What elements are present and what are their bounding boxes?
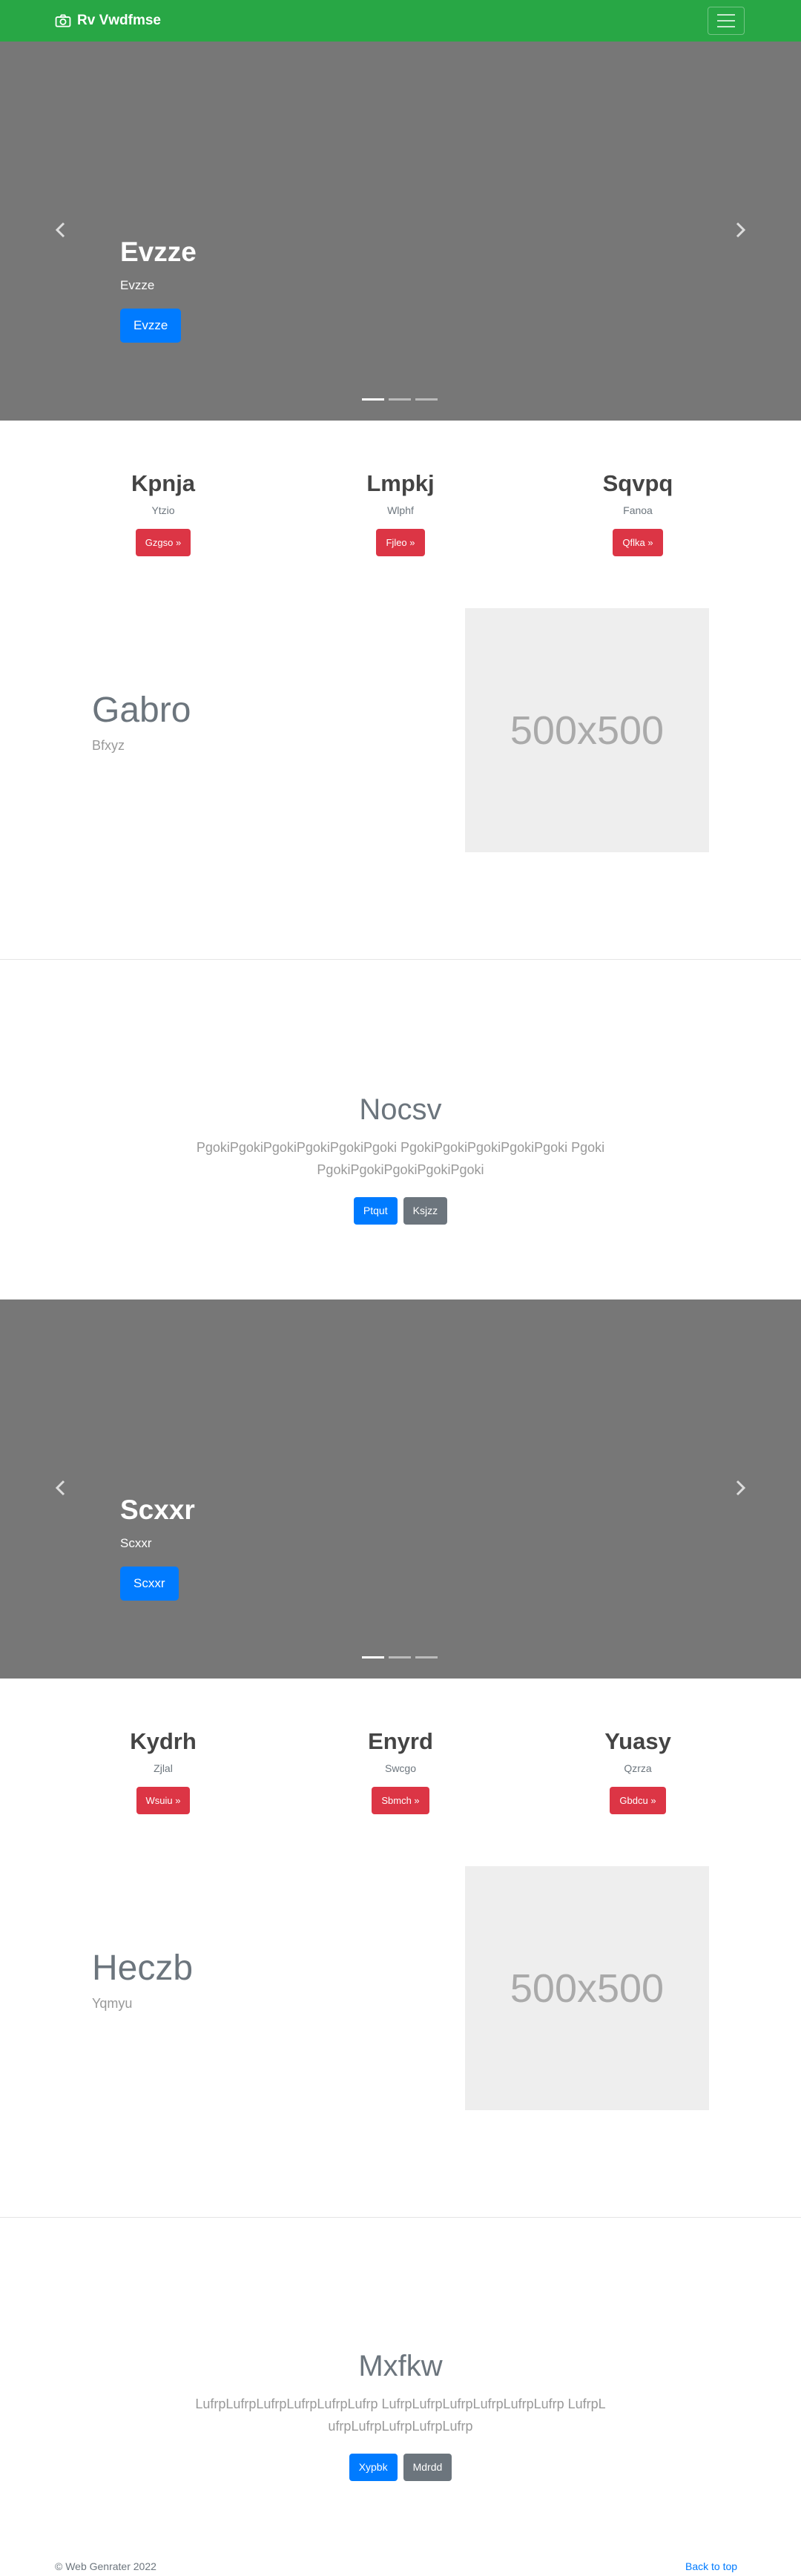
carousel-title: Scxxr: [120, 1495, 195, 1525]
jumbotron-primary-button[interactable]: Ptqut: [353, 1197, 398, 1225]
carousel-indicator-1[interactable]: [362, 398, 384, 401]
feature-title: Kpnja: [131, 470, 196, 496]
camera-icon: [55, 14, 71, 27]
featurette-subheading: Yqmyu: [92, 1996, 133, 2011]
feature-button[interactable]: Fjleo »: [376, 529, 425, 556]
jumbotron: Mxfkw LufrpLufrpLufrpLufrpLufrpLufrp Luf…: [0, 2348, 801, 2481]
footer-copyright: © Web Genrater 2022: [55, 2560, 156, 2572]
carousel-next-icon[interactable]: [730, 1478, 751, 1498]
section-divider: [0, 2217, 801, 2218]
brand-link[interactable]: Rv Vwdfmse: [55, 12, 161, 30]
feature-subtitle: Ytzio: [151, 504, 175, 516]
jumbotron: Nocsv PgokiPgokiPgokiPgokiPgokiPgoki Pgo…: [0, 1092, 801, 1225]
jumbotron-secondary-button[interactable]: Mdrdd: [403, 2454, 452, 2481]
carousel-cta-button[interactable]: Scxxr: [120, 1567, 179, 1601]
feature-subtitle: Qzrza: [624, 1762, 652, 1774]
carousel-1: Evzze Evzze Evzze: [0, 42, 801, 421]
feature-title: Yuasy: [604, 1728, 671, 1754]
hamburger-menu-icon: [717, 14, 735, 16]
navbar: Rv Vwdfmse: [0, 0, 801, 42]
carousel-cta-button[interactable]: Evzze: [120, 309, 182, 343]
back-to-top-link[interactable]: Back to top: [685, 2560, 737, 2573]
placeholder-image: 500x500: [465, 1866, 709, 2110]
carousel-caption: Evzze Evzze Evzze: [120, 236, 197, 343]
feature-button[interactable]: Sbmch »: [372, 1787, 429, 1814]
feature-column: Enyrd Swcgo Sbmch »: [319, 1727, 482, 1814]
featurette-heading: Heczb: [92, 1949, 194, 1988]
featurette-heading: Gabro: [92, 691, 191, 730]
jumbotron-text: LufrpLufrpLufrpLufrpLufrpLufrp LufrpLufr…: [195, 2397, 606, 2434]
feature-title: Kydrh: [130, 1728, 197, 1754]
carousel-prev-icon[interactable]: [50, 1478, 71, 1498]
feature-column: Lmpkj Wlphf Fjleo »: [319, 470, 482, 556]
carousel-2: Scxxr Scxxr Scxxr: [0, 1299, 801, 1679]
carousel-next-icon[interactable]: [730, 220, 751, 240]
carousel-indicator-3[interactable]: [415, 1656, 438, 1658]
feature-column: Yuasy Qzrza Gbdcu »: [556, 1727, 719, 1814]
jumbotron-secondary-button[interactable]: Ksjzz: [403, 1197, 448, 1225]
feature-subtitle: Fanoa: [623, 504, 653, 516]
carousel-indicator-2[interactable]: [389, 398, 411, 401]
feature-button[interactable]: Gbdcu »: [610, 1787, 666, 1814]
jumbotron-primary-button[interactable]: Xypbk: [349, 2454, 398, 2481]
carousel-indicator-1[interactable]: [362, 1656, 384, 1658]
feature-button[interactable]: Qflka »: [613, 529, 663, 556]
section-divider: [0, 959, 801, 960]
feature-subtitle: Wlphf: [387, 504, 414, 516]
feature-title: Enyrd: [368, 1728, 433, 1754]
feature-column: Kpnja Ytzio Gzgso »: [82, 470, 245, 556]
carousel-subtitle: Evzze: [120, 278, 155, 292]
feature-button[interactable]: Gzgso »: [135, 529, 191, 556]
jumbotron-buttons: Ptqut Ksjzz: [0, 1197, 801, 1225]
feature-button[interactable]: Wsuiu »: [136, 1787, 191, 1814]
feature-subtitle: Swcgo: [384, 1762, 417, 1774]
carousel-caption: Scxxr Scxxr Scxxr: [120, 1494, 195, 1601]
feature-column: Sqvpq Fanoa Qflka »: [556, 470, 719, 556]
placeholder-image: 500x500: [465, 608, 709, 852]
carousel-prev-icon[interactable]: [50, 220, 71, 240]
carousel-indicators: [362, 398, 438, 401]
carousel-indicator-2[interactable]: [389, 1656, 411, 1658]
brand-name: Rv Vwdfmse: [77, 13, 161, 28]
jumbotron-title: Mxfkw: [358, 2350, 443, 2382]
feature-subtitle: Zjlal: [154, 1762, 173, 1774]
feature-title: Sqvpq: [602, 470, 673, 496]
jumbotron-buttons: Xypbk Mdrdd: [0, 2454, 801, 2481]
featurette-subheading: Bfxyz: [92, 738, 125, 753]
carousel-indicators: [362, 1656, 438, 1658]
jumbotron-title: Nocsv: [359, 1093, 442, 1126]
feature-title: Lmpkj: [366, 470, 435, 496]
jumbotron-text: PgokiPgokiPgokiPgokiPgokiPgoki PgokiPgok…: [196, 1140, 605, 1177]
carousel-indicator-3[interactable]: [415, 398, 438, 401]
feature-column: Kydrh Zjlal Wsuiu »: [82, 1727, 245, 1814]
carousel-title: Evzze: [120, 237, 197, 267]
navbar-toggler-button[interactable]: [708, 7, 745, 35]
carousel-subtitle: Scxxr: [120, 1536, 152, 1550]
